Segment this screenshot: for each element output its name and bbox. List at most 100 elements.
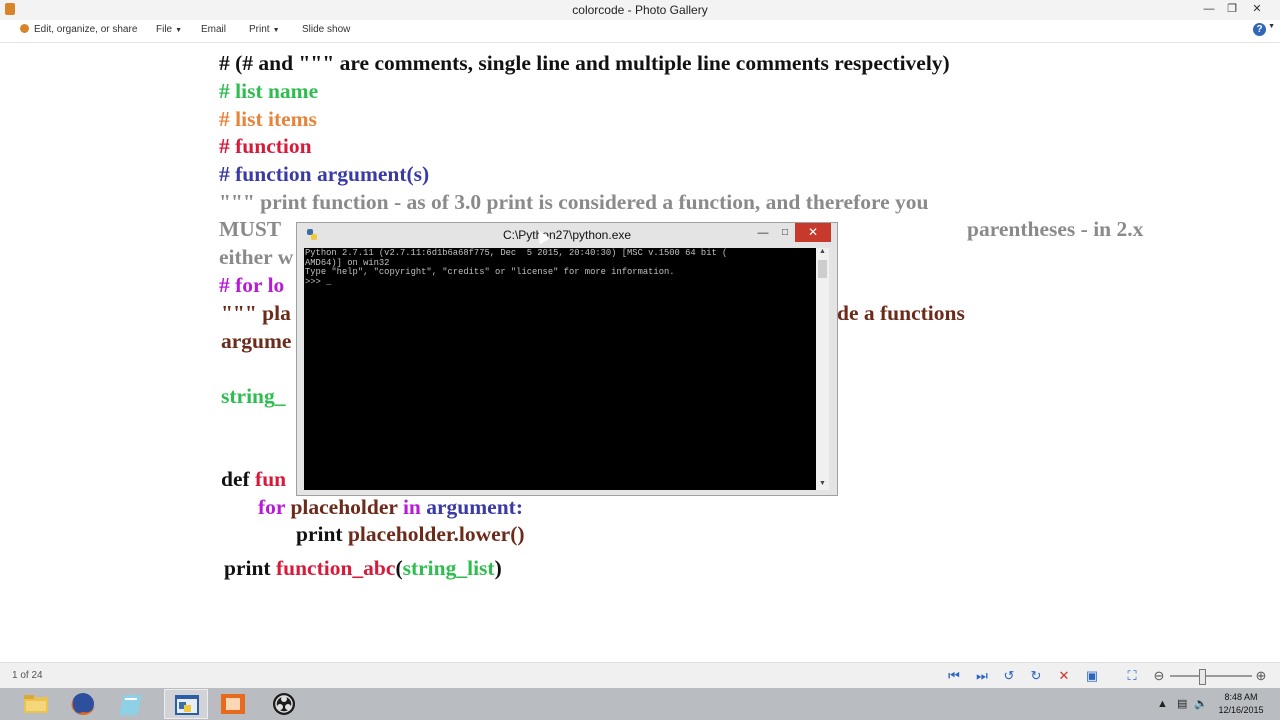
- taskbar: ▲ ▤ 🔈 8:48 AM 12/16/2015: [0, 688, 1280, 720]
- document-line: for placeholder in argument:: [258, 493, 523, 521]
- code-text: ): [494, 556, 502, 580]
- close-button[interactable]: ✕: [1244, 0, 1270, 20]
- code-text: argume: [221, 329, 292, 353]
- code-text: print: [224, 556, 276, 580]
- document-line: # function: [219, 132, 312, 160]
- menu-bar: Edit, organize, or share File ▼ Email Pri…: [0, 20, 1280, 43]
- clock[interactable]: 8:48 AM 12/16/2015: [1212, 691, 1270, 717]
- file-menu[interactable]: File ▼: [156, 24, 182, 35]
- python-taskbar-button[interactable]: [164, 689, 208, 719]
- console-minimize-button[interactable]: —: [753, 224, 773, 242]
- tray-expand-icon[interactable]: ▲: [1157, 698, 1168, 710]
- network-icon[interactable]: ▤: [1177, 698, 1187, 710]
- installer-icon: [221, 694, 245, 714]
- slideshow-menu[interactable]: Slide show: [302, 24, 350, 35]
- firefox-icon: [71, 693, 95, 716]
- firefox-button[interactable]: [61, 689, 105, 719]
- help-icon[interactable]: ?: [1253, 23, 1266, 36]
- python-app-icon: [175, 695, 199, 715]
- code-text: MUST: [219, 217, 287, 241]
- code-text: de a functions: [837, 301, 965, 325]
- file-explorer-button[interactable]: [14, 689, 58, 719]
- code-text: (: [395, 556, 403, 580]
- document-line: argume: [221, 327, 291, 355]
- document-line: print placeholder.lower(): [296, 520, 525, 548]
- obs-icon: [273, 693, 295, 715]
- zoom-out-icon[interactable]: ⊖: [1151, 668, 1167, 684]
- code-text: # (# and """ are comments, single line a…: [219, 51, 950, 75]
- image-count: 1 of 24: [12, 670, 43, 681]
- slideshow-icon[interactable]: ▣: [1084, 668, 1100, 684]
- clock-date: 12/16/2015: [1218, 705, 1264, 715]
- notepad-button[interactable]: [113, 689, 157, 719]
- status-bar: 1 of 24 ⏮ ⏭ ↺ ↻ ✕ ▣ ⛶ ⊖ ⊕: [0, 662, 1280, 689]
- document-line: string_: [221, 382, 286, 410]
- code-text: def: [221, 467, 256, 491]
- slideshow-label: Slide show: [302, 24, 351, 35]
- email-menu[interactable]: Email: [201, 24, 226, 35]
- code-text: argument:: [426, 495, 523, 519]
- code-text: string_: [221, 384, 286, 408]
- document-line: def fun: [221, 465, 286, 493]
- code-text: string_list: [402, 556, 495, 580]
- zoom-slider-thumb[interactable]: [1199, 669, 1206, 685]
- organize-label: Edit, organize, or share: [34, 24, 138, 35]
- title-bar: colorcode - Photo Gallery — ❐ ✕: [0, 0, 1280, 20]
- scroll-down-icon[interactable]: ▼: [816, 480, 829, 490]
- organize-menu[interactable]: Edit, organize, or share: [20, 24, 137, 35]
- delete-icon[interactable]: ✕: [1056, 668, 1072, 684]
- document-line: # list items: [219, 105, 317, 133]
- restore-button[interactable]: ❐: [1219, 0, 1245, 20]
- console-output[interactable]: Python 2.7.11 (v2.7.11:6d1b6a68f775, Dec…: [304, 248, 816, 490]
- folder-icon: [24, 695, 48, 713]
- previous-icon[interactable]: ⏮: [946, 668, 962, 684]
- clock-time: 8:48 AM: [1224, 692, 1258, 702]
- print-menu[interactable]: Print ▼: [249, 24, 280, 35]
- obs-button[interactable]: [262, 689, 306, 719]
- document-line: # for lo: [219, 271, 284, 299]
- code-text: print: [296, 522, 348, 546]
- organize-icon: [20, 24, 29, 33]
- code-text: # list name: [219, 79, 319, 103]
- code-text: either w: [219, 245, 294, 269]
- code-text: placeholder: [290, 495, 403, 519]
- code-text: # function argument(s): [219, 162, 430, 186]
- scroll-up-icon[interactable]: ▲: [816, 248, 829, 258]
- code-text: parentheses - in 2.x: [967, 217, 1144, 241]
- code-text: """ pla: [221, 301, 291, 325]
- console-line: Type "help", "copyright", "credits" or "…: [305, 267, 675, 277]
- code-text: # for lo: [219, 273, 285, 297]
- document-line: MUST parentheses - in 2.x: [219, 215, 1143, 243]
- next-icon[interactable]: ⏭: [974, 668, 990, 684]
- installer-button[interactable]: [211, 689, 255, 719]
- system-tray[interactable]: ▲ ▤ 🔈: [1157, 697, 1208, 710]
- dropdown-arrow-icon: ▼: [272, 27, 280, 34]
- console-close-button[interactable]: ✕: [795, 223, 831, 242]
- dropdown-arrow-icon: ▼: [175, 27, 183, 34]
- python-console-window[interactable]: C:\Python27\python.exe — □ ✕ Python 2.7.…: [296, 222, 838, 496]
- rotate-left-icon[interactable]: ↺: [1001, 668, 1017, 684]
- code-text: # function: [219, 134, 312, 158]
- console-maximize-button[interactable]: □: [775, 224, 795, 242]
- notepad-icon: [119, 695, 142, 715]
- window-title: colorcode - Photo Gallery: [572, 3, 708, 17]
- document-line: # (# and """ are comments, single line a…: [219, 49, 950, 77]
- code-text: function_abc: [275, 556, 396, 580]
- console-scrollbar[interactable]: ▲ ▼: [816, 248, 829, 490]
- code-text: # list items: [219, 107, 317, 131]
- help-dropdown-icon[interactable]: ▼: [1268, 23, 1275, 30]
- document-line: """ print function - as of 3.0 print is …: [219, 188, 929, 216]
- email-label: Email: [201, 24, 227, 35]
- scroll-thumb[interactable]: [818, 260, 827, 278]
- zoom-slider[interactable]: [1170, 675, 1252, 677]
- volume-icon[interactable]: 🔈: [1194, 698, 1208, 710]
- actual-size-icon[interactable]: ⛶: [1124, 668, 1140, 684]
- code-text: for: [258, 495, 291, 519]
- zoom-in-icon[interactable]: ⊕: [1253, 668, 1269, 684]
- print-label: Print: [249, 24, 270, 35]
- console-line: >>> _: [305, 276, 332, 287]
- document-line: """ pla de a functions: [221, 299, 965, 327]
- code-text: in: [402, 495, 427, 519]
- rotate-right-icon[interactable]: ↻: [1028, 668, 1044, 684]
- document-line: # list name: [219, 77, 318, 105]
